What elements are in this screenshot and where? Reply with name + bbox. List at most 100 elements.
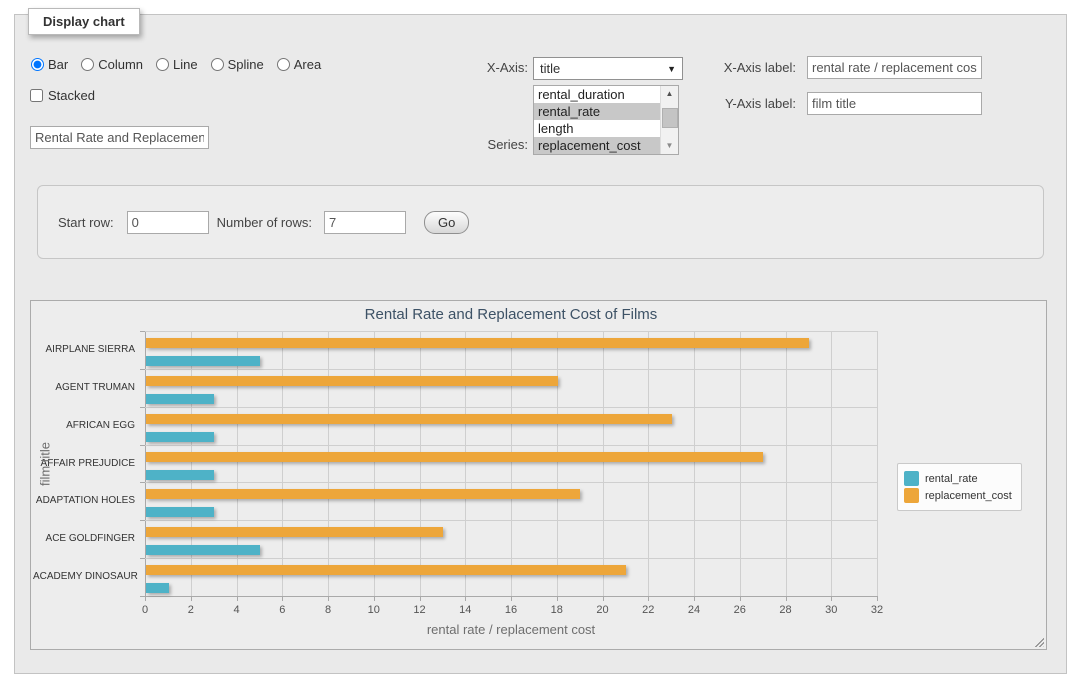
bar-replacement_cost-ace-goldfinger[interactable]: [146, 527, 443, 537]
x-gridline: [191, 331, 192, 596]
y-gridline: [145, 445, 877, 446]
x-tick-label: 18: [542, 604, 572, 616]
chart-type-option-area[interactable]: Area: [277, 57, 321, 72]
chart-type-option-spline[interactable]: Spline: [211, 57, 264, 72]
scroll-up-icon[interactable]: ▲: [661, 86, 678, 102]
x-axis-label-input[interactable]: [807, 56, 982, 79]
chart-type-option-column[interactable]: Column: [81, 57, 143, 72]
category-label: ACE GOLDFINGER: [33, 533, 135, 544]
x-gridline: [603, 331, 604, 596]
x-gridline: [877, 331, 878, 596]
x-tick-label: 4: [222, 604, 252, 616]
series-options: rental_durationrental_ratelengthreplacem…: [534, 86, 661, 154]
page: { "panel": { "title": "Display chart" },…: [0, 0, 1081, 681]
chart-title-input[interactable]: [30, 126, 209, 149]
scroll-down-icon[interactable]: ▼: [661, 138, 678, 154]
series-option-rental-rate[interactable]: rental_rate: [534, 103, 661, 120]
bar-replacement_cost-agent-truman[interactable]: [146, 376, 558, 386]
bar-rental_rate-african-egg[interactable]: [146, 432, 214, 442]
category-label: ADAPTATION HOLES: [33, 495, 135, 506]
y-axis-title: film title: [38, 441, 53, 485]
bar-replacement_cost-african-egg[interactable]: [146, 414, 672, 424]
x-axis-select[interactable]: title ▼: [533, 57, 683, 80]
legend-item-replacement_cost[interactable]: replacement_cost: [904, 488, 1012, 503]
y-axis-tick: [140, 445, 145, 446]
number-of-rows-input[interactable]: [324, 211, 406, 234]
bar-rental_rate-academy-dinosaur[interactable]: [146, 583, 169, 593]
chart-type-radio-bar[interactable]: [31, 58, 44, 71]
bar-replacement_cost-adaptation-holes[interactable]: [146, 489, 580, 499]
series-scrollbar[interactable]: ▲ ▼: [660, 86, 678, 154]
series-listbox[interactable]: rental_durationrental_ratelengthreplacem…: [533, 85, 679, 155]
start-row-label: Start row:: [58, 215, 114, 230]
x-tick-label: 14: [450, 604, 480, 616]
bar-rental_rate-ace-goldfinger[interactable]: [146, 545, 260, 555]
legend-label: rental_rate: [925, 473, 978, 485]
chart-title: Rental Rate and Replacement Cost of Film…: [145, 306, 877, 323]
x-tick-label: 0: [130, 604, 160, 616]
bar-rental_rate-affair-prejudice[interactable]: [146, 470, 214, 480]
y-gridline: [145, 369, 877, 370]
series-option-rental-duration[interactable]: rental_duration: [534, 86, 661, 103]
number-of-rows-label: Number of rows:: [217, 215, 312, 230]
x-tick-label: 10: [359, 604, 389, 616]
x-tick-label: 22: [633, 604, 663, 616]
chart-type-option-bar[interactable]: Bar: [31, 57, 68, 72]
stacked-option[interactable]: Stacked: [30, 88, 95, 103]
bar-rental_rate-agent-truman[interactable]: [146, 394, 214, 404]
row-range-panel: Start row: Number of rows: Go: [37, 185, 1044, 259]
x-tick-label: 26: [725, 604, 755, 616]
chart-type-option-label: Bar: [48, 57, 68, 72]
chevron-down-icon: ▼: [667, 64, 676, 74]
resize-handle-icon[interactable]: [1033, 636, 1044, 647]
bar-replacement_cost-academy-dinosaur[interactable]: [146, 565, 626, 575]
chart-type-radio-spline[interactable]: [211, 58, 224, 71]
x-gridline: [420, 331, 421, 596]
x-gridline: [740, 331, 741, 596]
chart-type-option-label: Line: [173, 57, 198, 72]
x-tick-label: 6: [267, 604, 297, 616]
x-gridline: [557, 331, 558, 596]
y-gridline: [145, 331, 877, 332]
x-gridline: [694, 331, 695, 596]
y-gridline: [145, 482, 877, 483]
x-gridline: [282, 331, 283, 596]
series-option-length[interactable]: length: [534, 120, 661, 137]
go-button[interactable]: Go: [424, 211, 469, 234]
x-gridline: [145, 331, 146, 596]
stacked-checkbox[interactable]: [30, 89, 43, 102]
legend-item-rental_rate[interactable]: rental_rate: [904, 471, 1012, 486]
category-label: ACADEMY DINOSAUR: [33, 571, 135, 582]
chart-type-option-line[interactable]: Line: [156, 57, 198, 72]
legend: rental_rate replacement_cost: [897, 463, 1022, 511]
category-label: AGENT TRUMAN: [33, 382, 135, 393]
scrollbar-thumb[interactable]: [662, 108, 678, 128]
x-gridline: [786, 331, 787, 596]
bar-rental_rate-adaptation-holes[interactable]: [146, 507, 214, 517]
stacked-label: Stacked: [48, 88, 95, 103]
legend-swatch-rental_rate: [904, 471, 919, 486]
x-tick-label: 30: [816, 604, 846, 616]
bar-replacement_cost-affair-prejudice[interactable]: [146, 452, 763, 462]
x-axis-selected-value: title: [540, 61, 560, 76]
y-gridline: [145, 520, 877, 521]
chart-type-radio-column[interactable]: [81, 58, 94, 71]
y-gridline: [145, 407, 877, 408]
panel-title: Display chart: [28, 8, 140, 35]
chart-type-radio-line[interactable]: [156, 58, 169, 71]
bar-replacement_cost-airplane-sierra[interactable]: [146, 338, 809, 348]
x-tick-label: 2: [176, 604, 206, 616]
y-axis-label-label: Y-Axis label:: [699, 96, 796, 111]
x-gridline: [237, 331, 238, 596]
x-tick-label: 12: [405, 604, 435, 616]
x-axis-select-label: X-Axis:: [440, 60, 528, 75]
bar-rental_rate-airplane-sierra[interactable]: [146, 356, 260, 366]
x-gridline: [328, 331, 329, 596]
y-gridline: [145, 558, 877, 559]
chart-type-radio-area[interactable]: [277, 58, 290, 71]
y-axis-label-input[interactable]: [807, 92, 982, 115]
start-row-input[interactable]: [127, 211, 209, 234]
y-axis-tick: [140, 407, 145, 408]
y-axis-tick: [140, 482, 145, 483]
series-option-replacement-cost[interactable]: replacement_cost: [534, 137, 661, 154]
